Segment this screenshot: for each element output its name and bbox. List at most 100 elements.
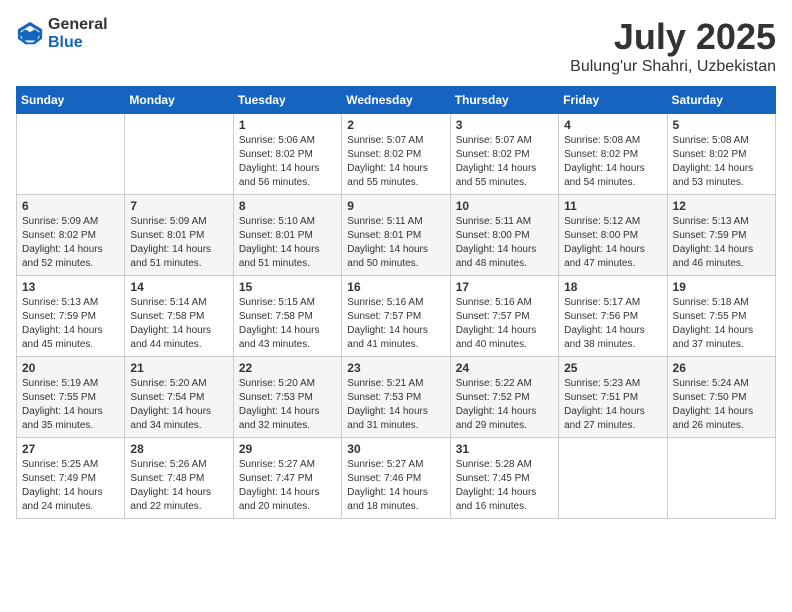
calendar-cell: 25 Sunrise: 5:23 AM Sunset: 7:51 PM Dayli… [559,357,667,438]
day-number: 8 [239,199,336,213]
calendar-cell: 17 Sunrise: 5:16 AM Sunset: 7:57 PM Dayli… [450,276,558,357]
day-number: 13 [22,280,119,294]
day-number: 15 [239,280,336,294]
calendar-cell: 31Sunrise: 5:28 AM Sunset: 7:45 PM Dayli… [450,438,558,519]
cell-info: Sunrise: 5:18 AM Sunset: 7:55 PM Dayligh… [673,296,770,352]
col-header-wednesday: Wednesday [342,87,450,114]
day-number: 30 [347,442,444,456]
day-number: 14 [130,280,227,294]
col-header-friday: Friday [559,87,667,114]
cell-info: Sunrise: 5:07 AM Sunset: 8:02 PM Dayligh… [347,134,444,190]
header-row: SundayMondayTuesdayWednesdayThursdayFrid… [17,87,776,114]
col-header-sunday: Sunday [17,87,125,114]
calendar-cell: 10 Sunrise: 5:11 AM Sunset: 8:00 PM Dayli… [450,195,558,276]
day-number: 26 [673,361,770,375]
calendar-cell [17,114,125,195]
day-number: 21 [130,361,227,375]
day-number: 11 [564,199,661,213]
day-number: 10 [456,199,553,213]
cell-info: Sunrise: 5:24 AM Sunset: 7:50 PM Dayligh… [673,377,770,433]
logo-text: General Blue [48,16,108,51]
calendar-cell: 12Sunrise: 5:13 AM Sunset: 7:59 PM Dayli… [667,195,775,276]
title-block: July 2025 Bulung'ur Shahri, Uzbekistan [570,16,776,76]
col-header-saturday: Saturday [667,87,775,114]
week-row-2: 6 Sunrise: 5:09 AM Sunset: 8:02 PM Daylig… [17,195,776,276]
day-number: 3 [456,118,553,132]
day-number: 25 [564,361,661,375]
day-number: 20 [22,361,119,375]
calendar-cell: 2 Sunrise: 5:07 AM Sunset: 8:02 PM Daylig… [342,114,450,195]
calendar-cell: 7Sunrise: 5:09 AM Sunset: 8:01 PM Daylig… [125,195,233,276]
day-number: 27 [22,442,119,456]
calendar-cell: 15 Sunrise: 5:15 AM Sunset: 7:58 PM Dayli… [233,276,341,357]
cell-info: Sunrise: 5:07 AM Sunset: 8:02 PM Dayligh… [456,134,553,190]
calendar-cell: 23 Sunrise: 5:21 AM Sunset: 7:53 PM Dayli… [342,357,450,438]
calendar-cell: 21 Sunrise: 5:20 AM Sunset: 7:54 PM Dayli… [125,357,233,438]
cell-info: Sunrise: 5:27 AM Sunset: 7:47 PM Dayligh… [239,458,336,514]
page-header: General Blue July 2025 Bulung'ur Shahri,… [16,16,776,76]
cell-info: Sunrise: 5:09 AM Sunset: 8:02 PM Dayligh… [22,215,119,271]
cell-info: Sunrise: 5:10 AM Sunset: 8:01 PM Dayligh… [239,215,336,271]
col-header-tuesday: Tuesday [233,87,341,114]
calendar-cell [125,114,233,195]
calendar-cell: 13 Sunrise: 5:13 AM Sunset: 7:59 PM Dayli… [17,276,125,357]
day-number: 5 [673,118,770,132]
calendar-cell: 19 Sunrise: 5:18 AM Sunset: 7:55 PM Dayli… [667,276,775,357]
logo-general: General [48,16,108,34]
cell-info: Sunrise: 5:26 AM Sunset: 7:48 PM Dayligh… [130,458,227,514]
calendar-cell: 22 Sunrise: 5:20 AM Sunset: 7:53 PM Dayli… [233,357,341,438]
cell-info: Sunrise: 5:08 AM Sunset: 8:02 PM Dayligh… [564,134,661,190]
cell-info: Sunrise: 5:23 AM Sunset: 7:51 PM Dayligh… [564,377,661,433]
day-number: 22 [239,361,336,375]
calendar-cell: 5Sunrise: 5:08 AM Sunset: 8:02 PM Daylig… [667,114,775,195]
calendar-cell: 14 Sunrise: 5:14 AM Sunset: 7:58 PM Dayli… [125,276,233,357]
cell-info: Sunrise: 5:16 AM Sunset: 7:57 PM Dayligh… [456,296,553,352]
calendar-cell [559,438,667,519]
day-number: 24 [456,361,553,375]
cell-info: Sunrise: 5:06 AM Sunset: 8:02 PM Dayligh… [239,134,336,190]
cell-info: Sunrise: 5:25 AM Sunset: 7:49 PM Dayligh… [22,458,119,514]
cell-info: Sunrise: 5:14 AM Sunset: 7:58 PM Dayligh… [130,296,227,352]
day-number: 23 [347,361,444,375]
day-number: 17 [456,280,553,294]
col-header-monday: Monday [125,87,233,114]
week-row-4: 20 Sunrise: 5:19 AM Sunset: 7:55 PM Dayli… [17,357,776,438]
cell-info: Sunrise: 5:11 AM Sunset: 8:01 PM Dayligh… [347,215,444,271]
calendar-cell: 16 Sunrise: 5:16 AM Sunset: 7:57 PM Dayli… [342,276,450,357]
calendar-cell: 20 Sunrise: 5:19 AM Sunset: 7:55 PM Dayli… [17,357,125,438]
calendar-table: SundayMondayTuesdayWednesdayThursdayFrid… [16,86,776,519]
cell-info: Sunrise: 5:21 AM Sunset: 7:53 PM Dayligh… [347,377,444,433]
cell-info: Sunrise: 5:27 AM Sunset: 7:46 PM Dayligh… [347,458,444,514]
day-number: 9 [347,199,444,213]
location-subtitle: Bulung'ur Shahri, Uzbekistan [570,58,776,76]
calendar-cell: 26 Sunrise: 5:24 AM Sunset: 7:50 PM Dayli… [667,357,775,438]
calendar-cell: 28Sunrise: 5:26 AM Sunset: 7:48 PM Dayli… [125,438,233,519]
cell-info: Sunrise: 5:28 AM Sunset: 7:45 PM Dayligh… [456,458,553,514]
day-number: 2 [347,118,444,132]
cell-info: Sunrise: 5:20 AM Sunset: 7:54 PM Dayligh… [130,377,227,433]
cell-info: Sunrise: 5:11 AM Sunset: 8:00 PM Dayligh… [456,215,553,271]
cell-info: Sunrise: 5:17 AM Sunset: 7:56 PM Dayligh… [564,296,661,352]
cell-info: Sunrise: 5:16 AM Sunset: 7:57 PM Dayligh… [347,296,444,352]
week-row-5: 27 Sunrise: 5:25 AM Sunset: 7:49 PM Dayli… [17,438,776,519]
cell-info: Sunrise: 5:15 AM Sunset: 7:58 PM Dayligh… [239,296,336,352]
month-title: July 2025 [570,16,776,58]
cell-info: Sunrise: 5:22 AM Sunset: 7:52 PM Dayligh… [456,377,553,433]
day-number: 6 [22,199,119,213]
cell-info: Sunrise: 5:13 AM Sunset: 7:59 PM Dayligh… [22,296,119,352]
calendar-cell: 9 Sunrise: 5:11 AM Sunset: 8:01 PM Daylig… [342,195,450,276]
calendar-cell: 8 Sunrise: 5:10 AM Sunset: 8:01 PM Daylig… [233,195,341,276]
calendar-cell: 1Sunrise: 5:06 AM Sunset: 8:02 PM Daylig… [233,114,341,195]
calendar-cell: 4Sunrise: 5:08 AM Sunset: 8:02 PM Daylig… [559,114,667,195]
day-number: 19 [673,280,770,294]
cell-info: Sunrise: 5:19 AM Sunset: 7:55 PM Dayligh… [22,377,119,433]
cell-info: Sunrise: 5:13 AM Sunset: 7:59 PM Dayligh… [673,215,770,271]
day-number: 16 [347,280,444,294]
calendar-cell: 6 Sunrise: 5:09 AM Sunset: 8:02 PM Daylig… [17,195,125,276]
day-number: 7 [130,199,227,213]
calendar-cell: 29Sunrise: 5:27 AM Sunset: 7:47 PM Dayli… [233,438,341,519]
calendar-cell [667,438,775,519]
logo: General Blue [16,16,108,51]
cell-info: Sunrise: 5:20 AM Sunset: 7:53 PM Dayligh… [239,377,336,433]
day-number: 18 [564,280,661,294]
